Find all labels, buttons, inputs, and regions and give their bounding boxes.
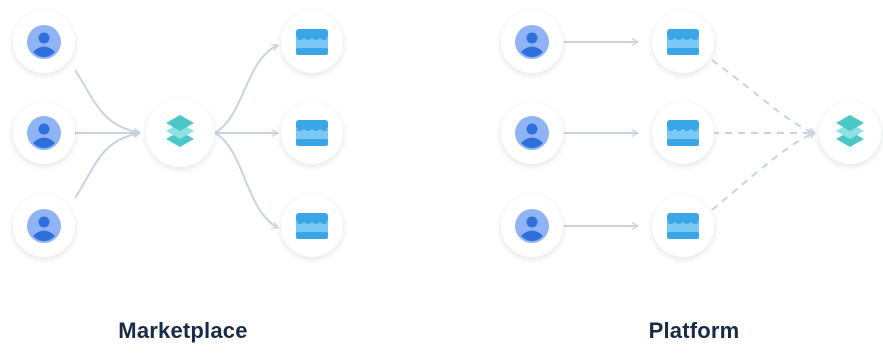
user-avatar-icon [515, 116, 549, 150]
hub-node [819, 102, 881, 164]
hub-node [146, 99, 214, 167]
edge-user1-hub [74, 69, 141, 136]
user-node-2 [13, 102, 75, 164]
edge-store3-hub [711, 131, 816, 211]
edge-store1-hub [711, 59, 816, 135]
user-avatar-icon [27, 209, 61, 243]
storefront-icon [296, 120, 328, 146]
user-avatar-icon [27, 25, 61, 59]
user-avatar-icon [515, 25, 549, 59]
marketplace-nodes [13, 11, 343, 257]
storefront-icon [296, 213, 328, 239]
marketplace-caption: Marketplace [118, 318, 248, 343]
edge-hub-store3 [214, 132, 279, 229]
user-node-3 [501, 195, 563, 257]
store-node-1 [281, 11, 343, 73]
user-node-3 [13, 195, 75, 257]
user-node-1 [13, 11, 75, 73]
platform-nodes [501, 11, 881, 257]
store-node-1 [652, 11, 714, 73]
edge-user3-hub [74, 130, 141, 199]
user-node-1 [501, 11, 563, 73]
edge-hub-store1 [214, 43, 279, 134]
diagram-canvas [13, 11, 881, 257]
user-avatar-icon [515, 209, 549, 243]
storefront-icon [667, 213, 699, 239]
store-node-2 [652, 102, 714, 164]
platform-caption: Platform [648, 318, 740, 343]
storefront-icon [296, 29, 328, 55]
store-node-2 [281, 102, 343, 164]
user-node-2 [501, 102, 563, 164]
storefront-icon [667, 29, 699, 55]
store-node-3 [281, 195, 343, 257]
storefront-icon [667, 120, 699, 146]
user-avatar-icon [27, 116, 61, 150]
store-node-3 [652, 195, 714, 257]
